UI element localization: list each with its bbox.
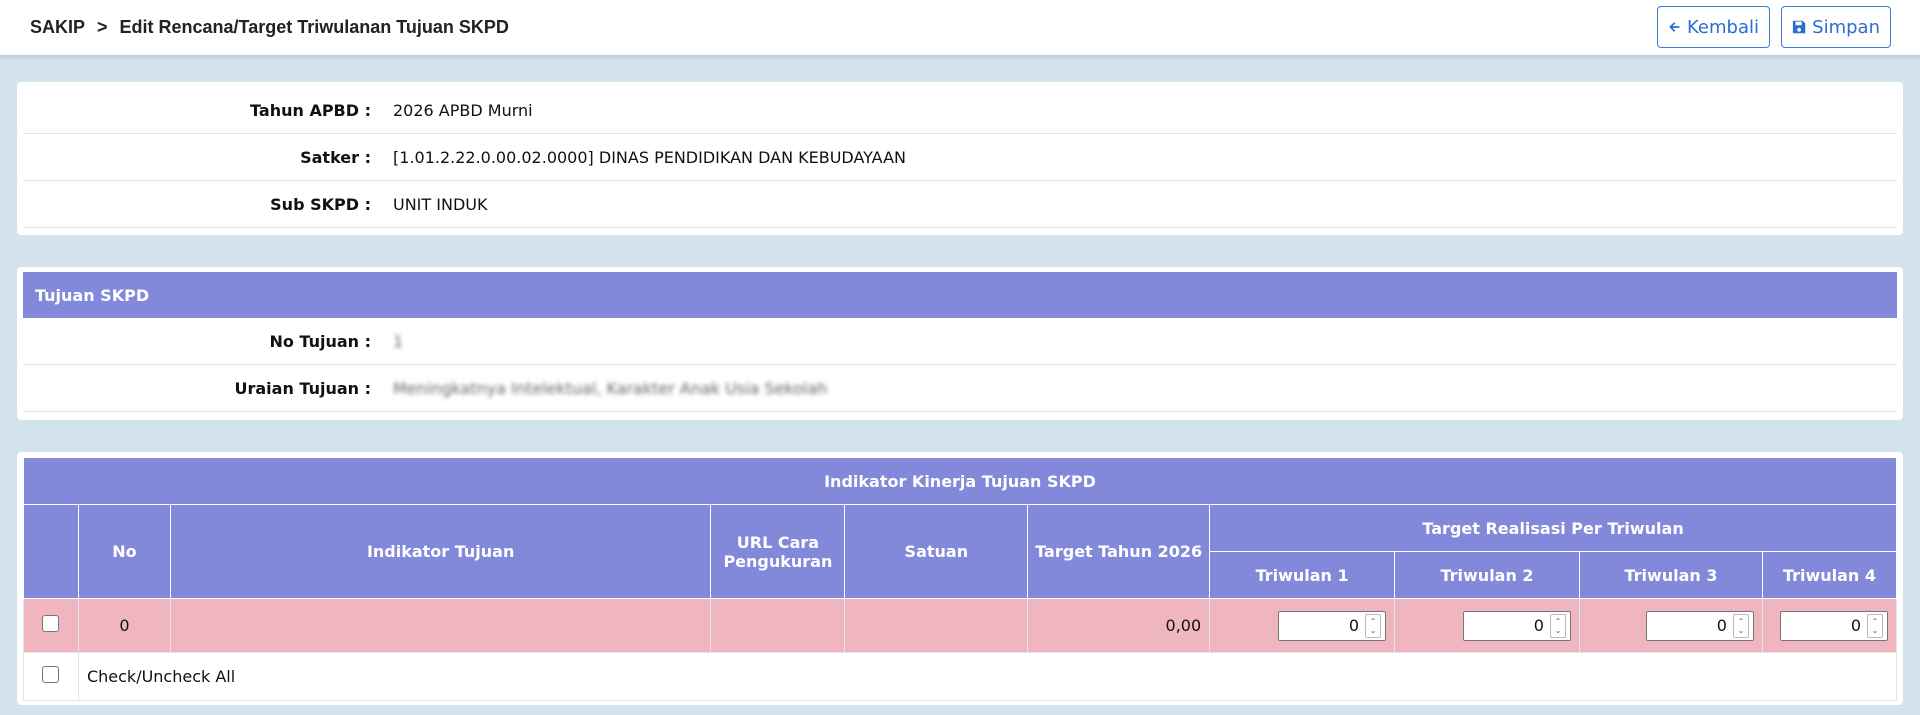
spinner-icon[interactable]: ⌃ ⌄ [1732, 613, 1749, 638]
save-button-label: Simpan [1812, 16, 1880, 38]
spinner-icon[interactable]: ⌃ ⌄ [1549, 613, 1566, 638]
indikator-title: Indikator Kinerja Tujuan SKPD [23, 457, 1897, 505]
spinner-icon[interactable]: ⌃ ⌄ [1365, 613, 1382, 638]
col-tw2: Triwulan 2 [1394, 551, 1580, 599]
tahun-row: Tahun APBD : 2026 APBD Murni [23, 87, 1897, 134]
uraian-tujuan-row: Uraian Tujuan : Meningkatnya Intelektual… [23, 365, 1897, 412]
row-checkbox[interactable] [42, 615, 60, 632]
row-url [710, 598, 846, 653]
tujuan-card: Tujuan SKPD No Tujuan : 1 Uraian Tujuan … [17, 267, 1903, 420]
indikator-card: Indikator Kinerja Tujuan SKPD No Indikat… [17, 452, 1903, 705]
col-tw4: Triwulan 4 [1761, 551, 1898, 599]
indikator-table: Indikator Kinerja Tujuan SKPD No Indikat… [23, 457, 1898, 701]
breadcrumb-root[interactable]: SAKIP [30, 17, 85, 38]
no-tujuan-value: 1 [393, 331, 404, 351]
check-all-label: Check/Uncheck All [77, 652, 1898, 701]
spinner-icon[interactable]: ⌃ ⌄ [1867, 613, 1883, 638]
breadcrumb-separator: > [97, 17, 108, 37]
back-button-label: Kembali [1687, 16, 1759, 38]
subskpd-row: Sub SKPD : UNIT INDUK [23, 181, 1897, 228]
satker-label: Satker : [300, 147, 371, 167]
save-button[interactable]: Simpan [1781, 6, 1891, 48]
uraian-tujuan-value: Meningkatnya Intelektual, Karakter Anak … [393, 378, 828, 398]
back-button[interactable]: Kembali [1657, 6, 1770, 48]
col-indikator: Indikator Tujuan [169, 504, 712, 599]
row-target: 0,00 [1027, 598, 1211, 653]
tahun-value: 2026 APBD Murni [393, 100, 533, 120]
save-icon [1792, 20, 1806, 34]
col-no: No [77, 504, 171, 599]
tujuan-header: Tujuan SKPD [23, 272, 1897, 318]
arrow-left-icon [1669, 22, 1680, 32]
check-all-row: Check/Uncheck All [23, 652, 1898, 701]
row-indikator [169, 598, 712, 653]
table-row: 0 0,00 0 ⌃ ⌄ 0 ⌃ ⌄ 0 ⌃ ⌄ 0 ⌃ ⌄ [23, 598, 1898, 653]
tw4-input[interactable]: 0 ⌃ ⌄ [1780, 610, 1888, 641]
col-satuan: Satuan [844, 504, 1029, 599]
col-check [23, 504, 79, 599]
breadcrumb: SAKIP > Edit Rencana/Target Triwulanan T… [30, 17, 509, 38]
satker-row: Satker : [1.01.2.22.0.00.02.0000] DINAS … [23, 134, 1897, 181]
row-no: 0 [77, 598, 171, 653]
row-satuan [844, 598, 1029, 653]
info-card: Tahun APBD : 2026 APBD Murni Satker : [1… [17, 82, 1903, 235]
col-url: URL Cara Pengukuran [710, 504, 846, 599]
check-all-checkbox[interactable] [42, 666, 60, 683]
col-tw1: Triwulan 1 [1209, 551, 1396, 599]
col-target: Target Tahun 2026 [1027, 504, 1211, 599]
no-tujuan-label: No Tujuan : [269, 331, 371, 351]
subskpd-label: Sub SKPD : [270, 194, 371, 214]
tw1-input[interactable]: 0 ⌃ ⌄ [1278, 610, 1387, 641]
page-title: Edit Rencana/Target Triwulanan Tujuan SK… [119, 17, 509, 37]
satker-value: [1.01.2.22.0.00.02.0000] DINAS PENDIDIKA… [393, 147, 906, 167]
tahun-label: Tahun APBD : [250, 100, 371, 120]
no-tujuan-row: No Tujuan : 1 [23, 318, 1897, 365]
col-tw3: Triwulan 3 [1578, 551, 1763, 599]
subskpd-value: UNIT INDUK [393, 194, 488, 214]
uraian-tujuan-label: Uraian Tujuan : [234, 378, 372, 398]
tw3-input[interactable]: 0 ⌃ ⌄ [1645, 610, 1754, 641]
tw2-input[interactable]: 0 ⌃ ⌄ [1462, 610, 1571, 641]
col-realisasi: Target Realisasi Per Triwulan [1209, 504, 1897, 552]
top-bar: SAKIP > Edit Rencana/Target Triwulanan T… [0, 0, 1920, 55]
